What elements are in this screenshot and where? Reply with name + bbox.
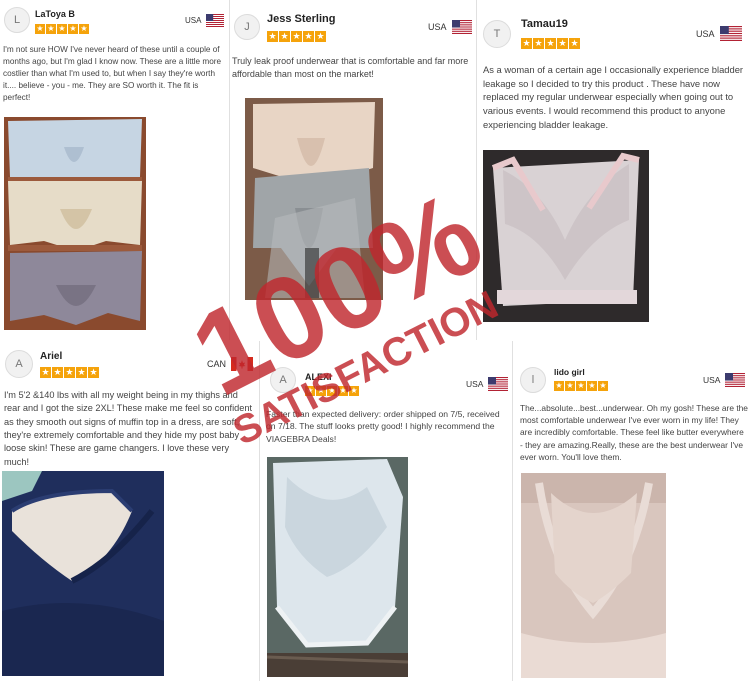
product-photo: [4, 117, 146, 330]
reviewer-name: ALEXI: [305, 372, 332, 382]
review-text: I'm 5'2 &140 lbs with all my weight bein…: [4, 390, 253, 467]
avatar: A: [270, 367, 296, 393]
star-icon: ★: [565, 381, 575, 391]
review-text: As a woman of a certain age I occasional…: [483, 64, 744, 130]
star-icon: ★: [303, 31, 314, 42]
us-flag-icon: [488, 377, 509, 391]
review-card: l lido girl ★ ★ ★ ★ ★ USA The...absolute…: [512, 341, 750, 681]
star-icon: ★: [316, 386, 326, 396]
star-icon: ★: [68, 24, 78, 34]
reviewer-name: Ariel: [40, 351, 63, 362]
star-icon: ★: [557, 38, 568, 49]
country-code: USA: [185, 16, 202, 25]
us-flag-icon: [206, 14, 225, 27]
reviewer-name: lido girl: [554, 367, 585, 377]
product-photo: [267, 457, 408, 677]
avatar: J: [234, 14, 260, 40]
review-card: A ALEXI ★ ★ ★ ★ ★ USA Faster than expect…: [259, 341, 512, 681]
reviewer-name: LaToya B: [35, 9, 75, 19]
star-icon: ★: [79, 24, 89, 34]
review-card: J Jess Sterling ★ ★ ★ ★ ★ USA Truly leak…: [229, 0, 476, 340]
review-text: Truly leak proof underwear that is comfo…: [232, 56, 469, 80]
avatar-initial: A: [279, 374, 287, 386]
review-text: The...absolute...best...underwear. Oh my…: [520, 403, 748, 462]
avatar-initial: T: [493, 28, 501, 40]
star-icon: ★: [267, 31, 278, 42]
product-photo: [2, 471, 164, 676]
star-rating: ★ ★ ★ ★ ★: [40, 367, 99, 378]
star-icon: ★: [545, 38, 556, 49]
star-icon: ★: [569, 38, 580, 49]
star-icon: ★: [88, 367, 99, 378]
reviewer-country: USA: [703, 373, 746, 387]
star-icon: ★: [315, 31, 326, 42]
avatar: A: [5, 350, 33, 378]
star-icon: ★: [57, 24, 67, 34]
star-icon: ★: [46, 24, 56, 34]
reviewer-country: CAN: [207, 357, 254, 371]
review-card: A Ariel ★ ★ ★ ★ ★ CAN I'm 5'2 &140 lbs w…: [0, 341, 258, 681]
product-photo: [521, 473, 666, 678]
avatar-initial: J: [244, 21, 250, 33]
star-rating: ★ ★ ★ ★ ★: [305, 386, 359, 396]
star-icon: ★: [576, 381, 586, 391]
star-icon: ★: [338, 386, 348, 396]
star-icon: ★: [35, 24, 45, 34]
star-icon: ★: [327, 386, 337, 396]
review-text: I'm not sure HOW I've never heard of the…: [3, 45, 222, 102]
star-rating: ★ ★ ★ ★ ★: [35, 24, 89, 34]
star-rating: ★ ★ ★ ★ ★: [554, 381, 608, 391]
country-code: USA: [703, 375, 721, 385]
review-card: L LaToya B ★ ★ ★ ★ ★ USA I'm not sure HO…: [0, 0, 228, 340]
star-icon: ★: [598, 381, 608, 391]
star-icon: ★: [40, 367, 51, 378]
product-photo: [245, 98, 383, 300]
star-icon: ★: [554, 381, 564, 391]
review-text: Faster than expected delivery: order shi…: [266, 409, 500, 444]
review-card: T Tamau19 ★ ★ ★ ★ ★ USA As a woman of a …: [476, 0, 750, 340]
product-photo: [483, 150, 649, 322]
canada-flag-icon: [231, 357, 254, 371]
us-flag-icon: [451, 20, 472, 34]
star-rating: ★ ★ ★ ★ ★: [267, 31, 326, 42]
us-flag-icon: [719, 26, 742, 41]
star-icon: ★: [64, 367, 75, 378]
reviewer-country: USA: [185, 14, 225, 27]
avatar-initial: L: [13, 14, 21, 26]
star-icon: ★: [279, 31, 290, 42]
avatar-initial: l: [531, 374, 535, 386]
star-icon: ★: [291, 31, 302, 42]
country-code: CAN: [207, 359, 227, 369]
avatar: T: [483, 20, 511, 48]
star-icon: ★: [305, 386, 315, 396]
country-code: USA: [696, 28, 715, 39]
star-icon: ★: [52, 367, 63, 378]
star-icon: ★: [587, 381, 597, 391]
reviewer-name: Tamau19: [521, 18, 568, 30]
star-icon: ★: [349, 386, 359, 396]
reviewer-country: USA: [428, 20, 472, 34]
star-icon: ★: [533, 38, 544, 49]
reviewer-name: Jess Sterling: [267, 13, 336, 25]
country-code: USA: [428, 22, 447, 32]
avatar: L: [4, 7, 30, 33]
us-flag-icon: [725, 373, 746, 387]
reviewer-country: USA: [696, 26, 742, 41]
star-icon: ★: [76, 367, 87, 378]
star-rating: ★ ★ ★ ★ ★: [521, 38, 580, 49]
reviewer-country: USA: [466, 377, 509, 391]
avatar-initial: A: [15, 358, 23, 370]
country-code: USA: [466, 379, 484, 389]
star-icon: ★: [521, 38, 532, 49]
avatar: l: [520, 367, 546, 393]
